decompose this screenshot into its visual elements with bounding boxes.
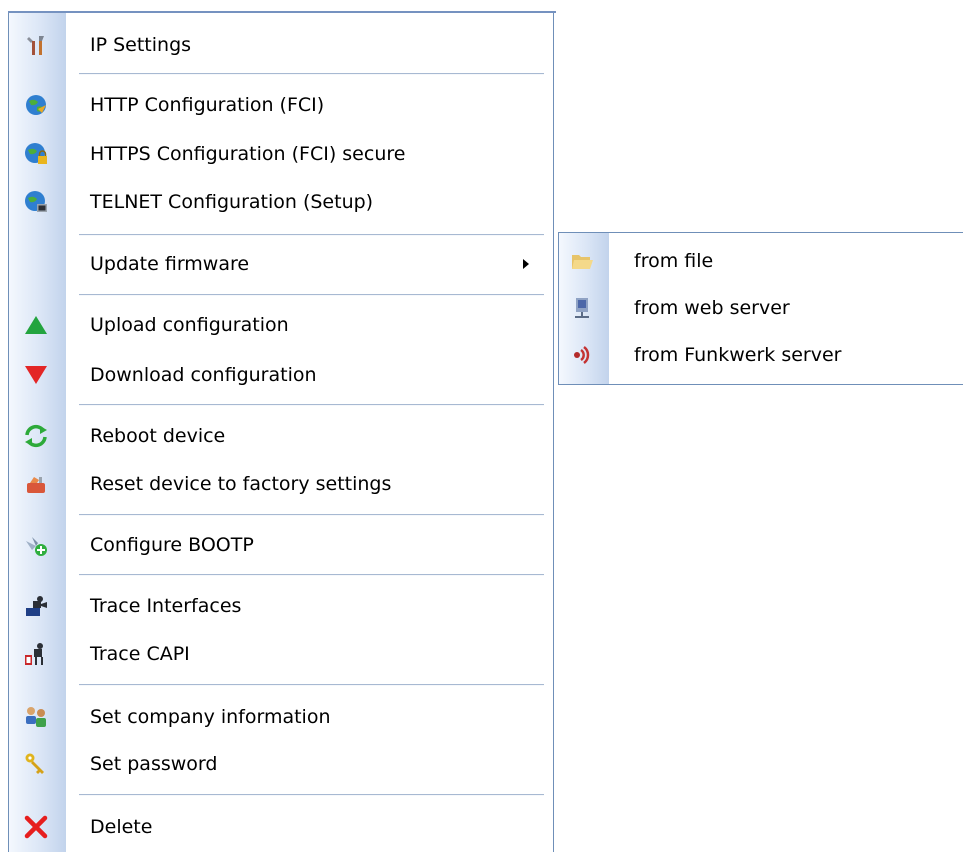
tools-icon: [23, 32, 49, 58]
submenu-arrow-icon: [523, 259, 529, 269]
menu-separator: [79, 73, 544, 75]
menu-item-reboot-device[interactable]: Reboot device: [9, 416, 553, 456]
menu-item-label: HTTPS Configuration (FCI) secure: [90, 143, 406, 165]
menu-item-label: Download configuration: [90, 364, 317, 386]
menu-item-ip-settings[interactable]: IP Settings: [9, 25, 553, 65]
menu-separator: [79, 234, 544, 236]
menu-item-label: Set password: [90, 753, 218, 775]
key-icon: [23, 751, 49, 777]
menu-separator: [79, 684, 544, 686]
menu-item-label: Configure BOOTP: [90, 534, 254, 556]
network-add-icon: [23, 532, 49, 558]
menu-item-update-firmware[interactable]: Update firmware: [9, 244, 553, 284]
menu-item-label: Reboot device: [90, 425, 226, 447]
menu-item-label: Update firmware: [90, 253, 250, 275]
delete-icon: [23, 814, 49, 840]
menu-item-trace-interfaces[interactable]: Trace Interfaces: [9, 586, 553, 626]
submenu-item-label: from file: [634, 250, 714, 272]
menu-item-telnet-configuration[interactable]: TELNET Configuration (Setup): [9, 182, 553, 222]
globe-icon: [23, 92, 49, 118]
menu-item-label: TELNET Configuration (Setup): [90, 191, 374, 213]
update-firmware-submenu: from file from web server from Funkwerk …: [558, 232, 963, 385]
menu-item-label: Trace CAPI: [90, 643, 190, 665]
menu-item-configure-bootp[interactable]: Configure BOOTP: [9, 525, 553, 565]
menu-item-http-configuration[interactable]: HTTP Configuration (FCI): [9, 85, 553, 125]
refresh-icon: [23, 423, 49, 449]
speaker-icon: [569, 342, 595, 368]
menu-item-label: Delete: [90, 816, 153, 838]
menu-item-https-configuration[interactable]: HTTPS Configuration (FCI) secure: [9, 134, 553, 174]
menu-item-download-configuration[interactable]: Download configuration: [9, 355, 553, 395]
menu-item-set-password[interactable]: Set password: [9, 744, 553, 784]
submenu-item-from-file[interactable]: from file: [559, 238, 963, 284]
server-icon: [569, 295, 595, 321]
globe-lock-icon: [23, 141, 49, 167]
menu-item-label: Set company information: [90, 706, 331, 728]
submenu-item-label: from Funkwerk server: [634, 344, 842, 366]
menu-item-label: Reset device to factory settings: [90, 473, 392, 495]
trace-interfaces-icon: [23, 593, 49, 619]
menu-item-delete[interactable]: Delete: [9, 807, 553, 847]
menu-item-upload-configuration[interactable]: Upload configuration: [9, 305, 553, 345]
menu-item-trace-capi[interactable]: Trace CAPI: [9, 634, 553, 674]
menu-item-label: Upload configuration: [90, 314, 289, 336]
menu-separator: [79, 794, 544, 796]
users-icon: [23, 704, 49, 730]
folder-icon: [569, 248, 595, 274]
menu-item-set-company-information[interactable]: Set company information: [9, 697, 553, 737]
menu-item-reset-factory[interactable]: Reset device to factory settings: [9, 464, 553, 504]
submenu-item-from-web-server[interactable]: from web server: [559, 285, 963, 331]
menu-separator: [79, 404, 544, 406]
submenu-item-label: from web server: [634, 297, 790, 319]
globe-terminal-icon: [23, 189, 49, 215]
menu-item-label: IP Settings: [90, 34, 192, 56]
menu-item-label: Trace Interfaces: [90, 595, 242, 617]
submenu-item-from-funkwerk-server[interactable]: from Funkwerk server: [559, 332, 963, 378]
trace-capi-icon: [23, 641, 49, 667]
menu-item-label: HTTP Configuration (FCI): [90, 94, 325, 116]
triangle-up-icon: [23, 312, 49, 338]
context-menu: IP Settings HTTP Configuration (FCI) HTT…: [8, 11, 556, 852]
factory-reset-icon: [23, 471, 49, 497]
menu-separator: [79, 294, 544, 296]
menu-separator: [79, 574, 544, 576]
menu-separator: [79, 514, 544, 516]
triangle-down-icon: [23, 362, 49, 388]
